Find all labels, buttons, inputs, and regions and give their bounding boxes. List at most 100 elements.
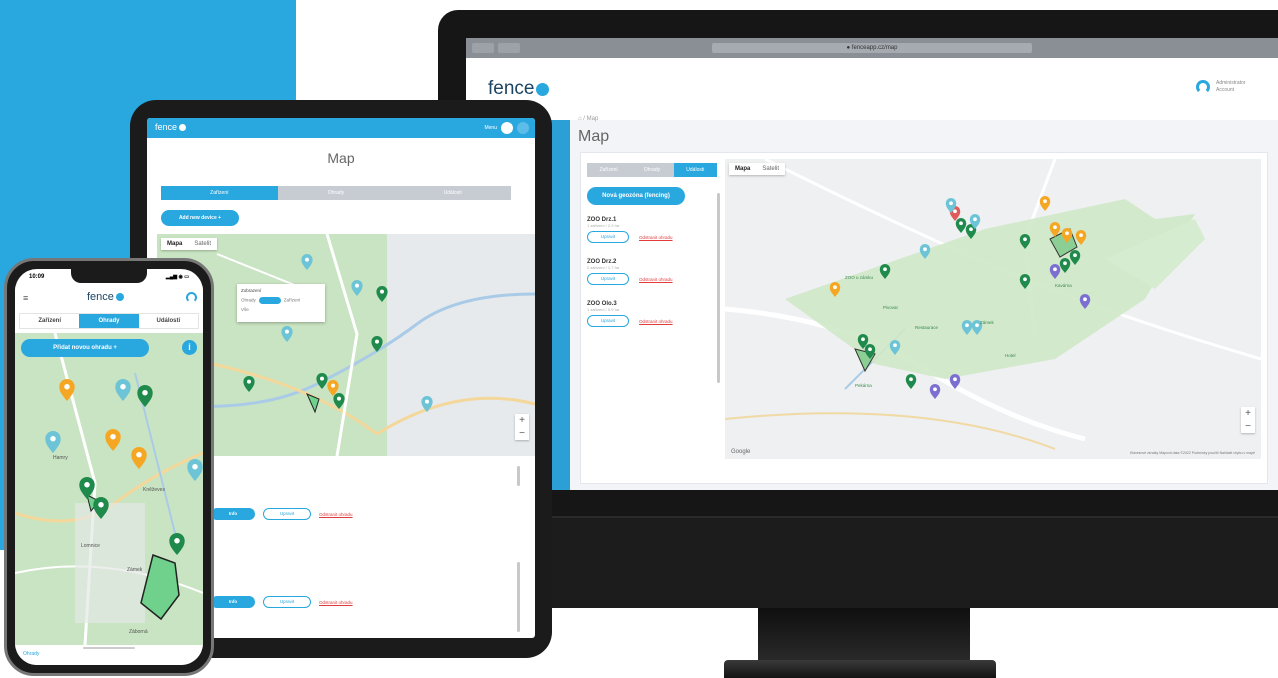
user-avatar-icon[interactable] xyxy=(186,292,197,303)
tab-events[interactable]: Události xyxy=(139,314,198,328)
list-item[interactable]: ZOO Drz.1 1 zařízení / 2.3 ha Upravit Od… xyxy=(587,217,717,243)
user-avatar-icon[interactable] xyxy=(517,122,529,134)
list-item[interactable]: ZOO Drz.2 2 zařízení / 1.7 ha Upravit Od… xyxy=(587,259,717,285)
tablet-tabs: Zařízení Ohrady Události xyxy=(161,186,512,200)
tab-devices[interactable]: Zařízení xyxy=(161,186,278,200)
monitor-stand-neck xyxy=(758,608,970,662)
add-fence-button[interactable]: Přidat novou ohradu + xyxy=(21,339,149,357)
map-pin-dot xyxy=(923,247,927,252)
edit-button[interactable]: Upravit xyxy=(587,273,629,285)
delete-link[interactable]: Odstranit ohradu xyxy=(639,235,673,240)
info-button[interactable]: Info xyxy=(211,596,255,608)
add-device-button[interactable]: Add new device + xyxy=(161,210,239,226)
map-type-satellite[interactable]: Satelit xyxy=(188,238,217,250)
item-subtitle: 1 zařízení / 0.9 ha xyxy=(587,307,620,312)
map-pin-dot xyxy=(425,399,429,404)
status-icons: ▂▄▆ ◉ ▭ xyxy=(165,274,189,280)
new-geozone-button[interactable]: Nová geozóna (fencing) xyxy=(587,187,685,205)
delete-link[interactable]: Odstranit ohradu xyxy=(639,277,673,282)
tablet-menu[interactable]: Menu xyxy=(484,122,529,134)
user-menu[interactable]: Administrator Account xyxy=(1196,80,1260,94)
list-item[interactable]: ZOO Olo.3 1 zařízení / 0.9 ha Upravit Od… xyxy=(587,301,717,327)
delete-link[interactable]: Odstranit ohradu xyxy=(319,512,353,517)
phone-notch xyxy=(71,269,147,283)
map-pin-dot xyxy=(64,383,70,390)
monitor-stand-base xyxy=(724,660,996,678)
map-pin-dot xyxy=(868,347,872,352)
delete-link[interactable]: Odstranit ohradu xyxy=(639,319,673,324)
delete-link[interactable]: Odstranit ohradu xyxy=(319,600,353,605)
map-pin-dot xyxy=(142,389,148,396)
map-attribution[interactable]: Klávesové zkratky Mapová data ©2022 Podm… xyxy=(1130,451,1255,455)
phone-map[interactable]: Přidat novou ohradu + i Hamry Kněževes L… xyxy=(15,333,203,645)
tab-fences[interactable]: Ohrady xyxy=(79,314,139,328)
breadcrumb[interactable]: ⌂ / Map xyxy=(578,116,598,122)
popup-value[interactable]: Vše xyxy=(241,307,249,312)
app-logo[interactable]: fence xyxy=(488,78,550,100)
edit-button[interactable]: Upravit xyxy=(587,231,629,243)
map-pin-dot xyxy=(975,323,979,328)
hamburger-menu-icon[interactable]: ≡ xyxy=(23,293,28,303)
edit-button[interactable]: Upravit xyxy=(587,315,629,327)
map-type-satellite[interactable]: Satelit xyxy=(756,163,785,175)
panel-tabs: Zařízení Ohrady Události xyxy=(587,163,717,177)
map-pin-dot xyxy=(331,383,335,388)
list-scrollbar-2[interactable] xyxy=(517,562,520,632)
desktop-monitor: ● fenceapp.cz/map fence Administrator Ac… xyxy=(438,10,1278,516)
town-label: Kněževes xyxy=(143,487,165,493)
map-type-map[interactable]: Mapa xyxy=(161,238,188,250)
list-scrollbar[interactable] xyxy=(717,193,720,383)
tab-fences[interactable]: Ohrady xyxy=(630,163,674,177)
map-pin-dot xyxy=(98,501,104,508)
zoom-out-button[interactable]: − xyxy=(1241,420,1255,433)
map-pin-dot xyxy=(1053,225,1057,230)
map-panel: Zařízení Ohrady Události Nová geozóna (f… xyxy=(580,152,1268,484)
app-logo[interactable]: fence xyxy=(87,291,124,303)
popup-title: Zobrazení xyxy=(241,288,262,293)
place-label: Pekárna xyxy=(855,383,872,388)
browser-url-bar[interactable]: ● fenceapp.cz/map xyxy=(712,43,1032,53)
phone-header: ≡ fence xyxy=(15,285,203,311)
map-pin-dot xyxy=(1023,237,1027,242)
zoom-out-button[interactable]: − xyxy=(515,427,529,440)
map-pin-dot xyxy=(136,451,142,458)
zoom-in-button[interactable]: + xyxy=(1241,407,1255,420)
map-type-map[interactable]: Mapa xyxy=(729,163,756,175)
map-pin-dot xyxy=(1023,277,1027,282)
map-pin-dot xyxy=(1063,261,1067,266)
place-label: Restaurace xyxy=(915,325,939,330)
map-pin-dot xyxy=(1065,231,1069,236)
list-item[interactable]: Info Upravit Odstranit ohradu xyxy=(211,508,353,520)
info-icon[interactable]: i xyxy=(182,340,197,355)
browser-nav-buttons[interactable] xyxy=(472,43,520,53)
user-name: Administrator Account xyxy=(1216,80,1246,93)
edit-button[interactable]: Upravit xyxy=(263,508,311,520)
zoom-in-button[interactable]: + xyxy=(515,414,529,427)
user-avatar-icon xyxy=(1196,80,1210,94)
desktop-map[interactable]: Mapa Satelit ZOO u zámku Pivovar Restaur… xyxy=(725,159,1261,459)
item-subtitle: 1 zařízení / 2.3 ha xyxy=(587,223,620,228)
app-logo[interactable]: fence xyxy=(155,122,187,132)
info-button[interactable]: Info xyxy=(211,508,255,520)
map-pin-dot xyxy=(861,337,865,342)
map-pin-dot xyxy=(949,201,953,206)
map-pin-dot xyxy=(50,435,56,442)
map-pin-dot xyxy=(375,339,379,344)
tab-events[interactable]: Události xyxy=(394,186,512,200)
edit-button[interactable]: Upravit xyxy=(263,596,311,608)
tab-devices[interactable]: Zařízení xyxy=(587,163,631,177)
layer-toggle[interactable] xyxy=(258,297,281,304)
map-pin-dot xyxy=(833,285,837,290)
bottom-link[interactable]: Ohrady xyxy=(23,651,39,657)
tab-fences[interactable]: Ohrady xyxy=(277,186,395,200)
phone-bottom-bar: Ohrady xyxy=(15,645,203,665)
map-pin-dot xyxy=(174,537,180,544)
tab-devices[interactable]: Zařízení xyxy=(20,314,79,328)
map-pin-dot xyxy=(1083,297,1087,302)
tab-events[interactable]: Události xyxy=(673,163,717,177)
notification-icon[interactable] xyxy=(501,122,513,134)
list-scrollbar[interactable] xyxy=(517,466,520,486)
list-item[interactable]: Info Upravit Odstranit ohradu xyxy=(211,596,353,608)
phone-device: 10:09 ▂▄▆ ◉ ▭ ≡ fence Zařízení Ohrady Ud… xyxy=(4,258,214,676)
place-label: Kavárna xyxy=(1055,283,1072,288)
